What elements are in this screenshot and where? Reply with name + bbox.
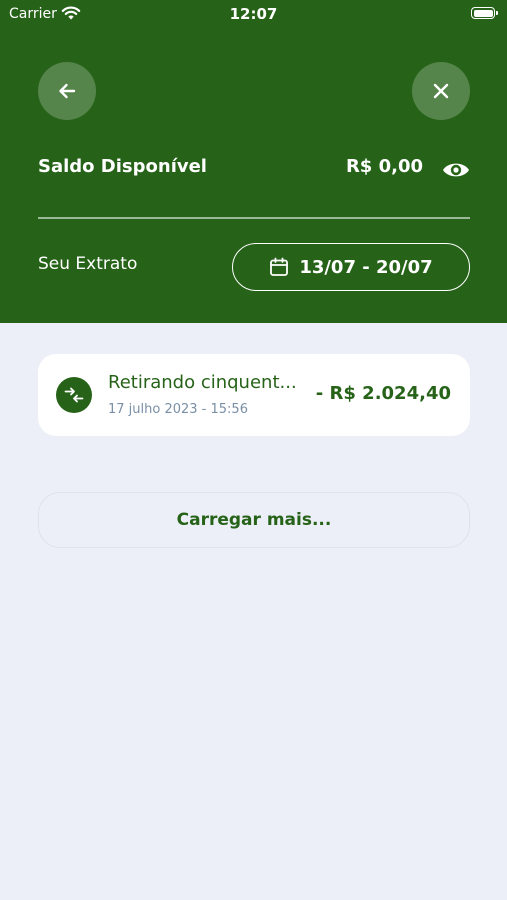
transaction-card[interactable]: Retirando cinquent... 17 julho 2023 - 15… bbox=[38, 354, 470, 436]
date-range-label: 13/07 - 20/07 bbox=[299, 256, 433, 278]
battery-icon bbox=[471, 7, 498, 19]
close-button[interactable] bbox=[412, 62, 470, 120]
transaction-title: Retirando cinquent... bbox=[108, 372, 297, 393]
close-icon bbox=[433, 83, 449, 99]
clock: 12:07 bbox=[229, 5, 278, 23]
date-range-button[interactable]: 13/07 - 20/07 bbox=[232, 243, 470, 291]
load-more-button[interactable]: Carregar mais... bbox=[38, 492, 470, 548]
calendar-icon bbox=[270, 257, 289, 276]
back-button[interactable] bbox=[38, 62, 96, 120]
transaction-amount: - R$ 2.024,40 bbox=[315, 383, 451, 404]
statement-label: Seu Extrato bbox=[38, 254, 138, 274]
eye-icon[interactable] bbox=[441, 157, 471, 183]
divider bbox=[38, 217, 470, 219]
header: Carrier 12:07 Saldo Disponível R$ 0,00 S… bbox=[0, 0, 507, 323]
arrow-left-icon bbox=[59, 83, 76, 99]
transaction-date: 17 julho 2023 - 15:56 bbox=[108, 402, 248, 417]
transfer-arrows-icon bbox=[56, 377, 92, 413]
balance-value: R$ 0,00 bbox=[345, 156, 423, 177]
status-bar: Carrier 12:07 bbox=[0, 0, 507, 28]
balance-label: Saldo Disponível bbox=[38, 156, 207, 177]
